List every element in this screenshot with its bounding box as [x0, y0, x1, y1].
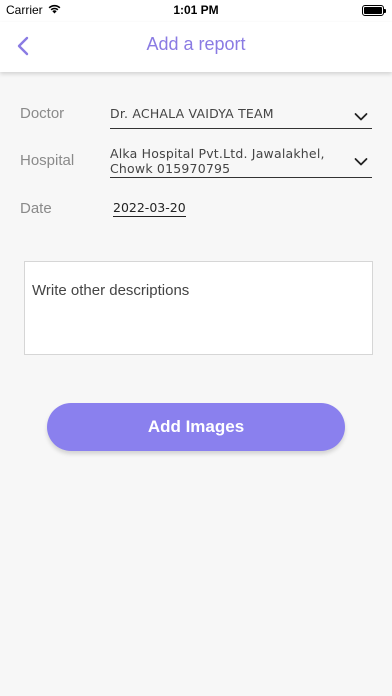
date-label: Date: [20, 200, 52, 217]
chevron-down-icon: [354, 113, 368, 121]
chevron-down-icon: [354, 157, 368, 165]
doctor-select-value: Dr. ACHALA VAIDYA TEAM: [110, 106, 274, 121]
battery-icon: [362, 5, 386, 16]
navigation-bar: Add a report: [0, 22, 392, 72]
doctor-label: Doctor: [20, 105, 65, 122]
doctor-select[interactable]: Dr. ACHALA VAIDYA TEAM: [110, 106, 372, 129]
hospital-select[interactable]: Alka Hospital Pvt.Ltd. Jawalakhel, Chowk…: [110, 146, 372, 178]
date-picker[interactable]: 2022-03-20: [113, 200, 186, 217]
add-images-button[interactable]: Add Images: [47, 403, 345, 451]
status-bar: Carrier 1:01 PM: [0, 0, 392, 22]
description-input[interactable]: [24, 261, 373, 355]
hospital-select-value: Alka Hospital Pvt.Ltd. Jawalakhel, Chowk…: [110, 146, 325, 176]
page-title: Add a report: [146, 34, 246, 54]
hospital-label: Hospital: [20, 152, 75, 169]
status-time: 1:01 PM: [173, 3, 219, 17]
